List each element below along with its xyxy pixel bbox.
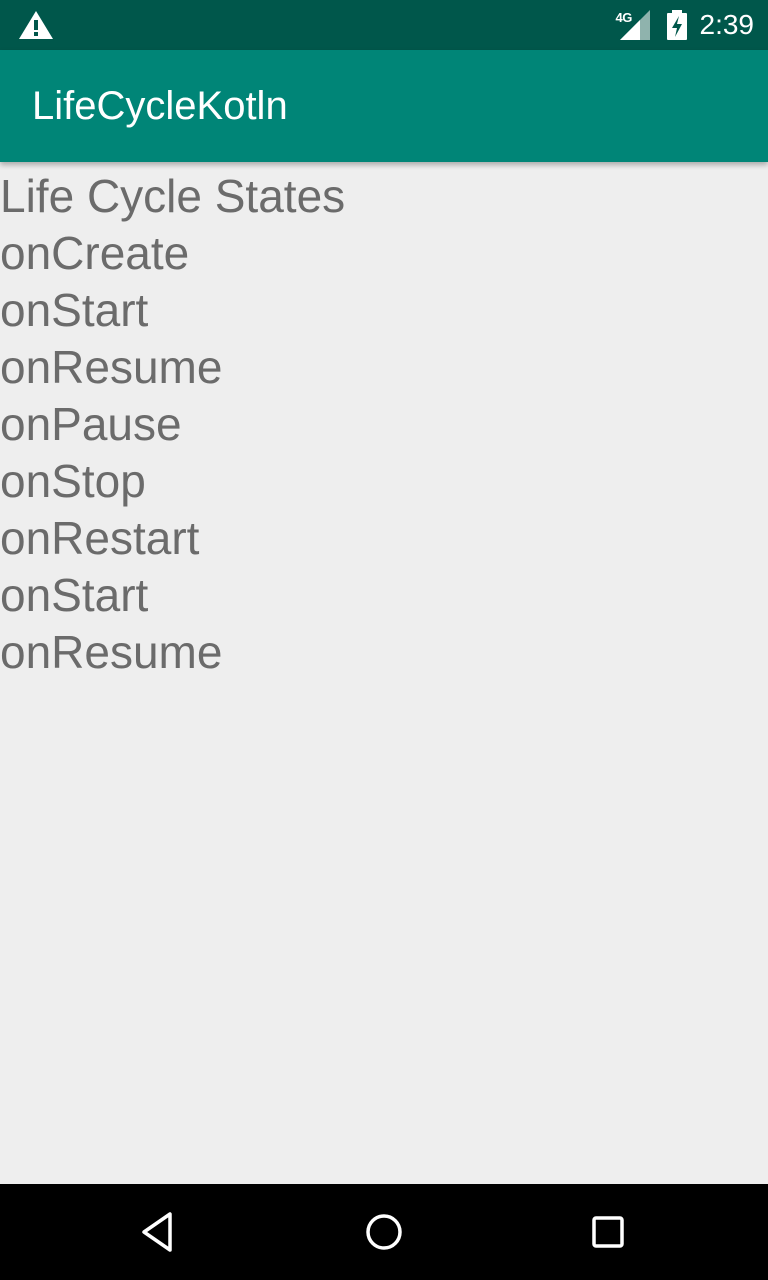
main-content: Life Cycle States onCreate onStart onRes… <box>0 162 768 1184</box>
state-item-onresume: onResume <box>0 626 223 678</box>
state-item-onstart: onStart <box>0 284 149 336</box>
life-cycle-header: Life Cycle States <box>0 170 346 222</box>
status-time: 2:39 <box>699 9 755 40</box>
back-icon[interactable] <box>136 1208 184 1256</box>
state-item-onrestart: onRestart <box>0 512 200 564</box>
state-item-onstart: onStart <box>0 569 149 621</box>
battery-charging-icon <box>666 10 688 40</box>
navigation-bar <box>0 1184 768 1280</box>
warning-icon <box>18 10 54 40</box>
state-item-onresume: onResume <box>0 341 223 393</box>
status-icons: 4G 2:39 <box>616 0 755 50</box>
app-bar: LifeCycleKotln <box>0 50 768 162</box>
recents-icon[interactable] <box>584 1208 632 1256</box>
status-bar: 4G 2:39 <box>0 0 768 50</box>
home-icon[interactable] <box>360 1208 408 1256</box>
state-item-onstop: onStop <box>0 455 146 507</box>
life-cycle-state-list: onCreate onStart onResume onPause onStop… <box>0 225 222 681</box>
state-item-oncreate: onCreate <box>0 227 190 279</box>
state-item-onpause: onPause <box>0 398 182 450</box>
signal-indicator: 4G <box>616 10 652 40</box>
app-title: LifeCycleKotln <box>32 84 288 128</box>
